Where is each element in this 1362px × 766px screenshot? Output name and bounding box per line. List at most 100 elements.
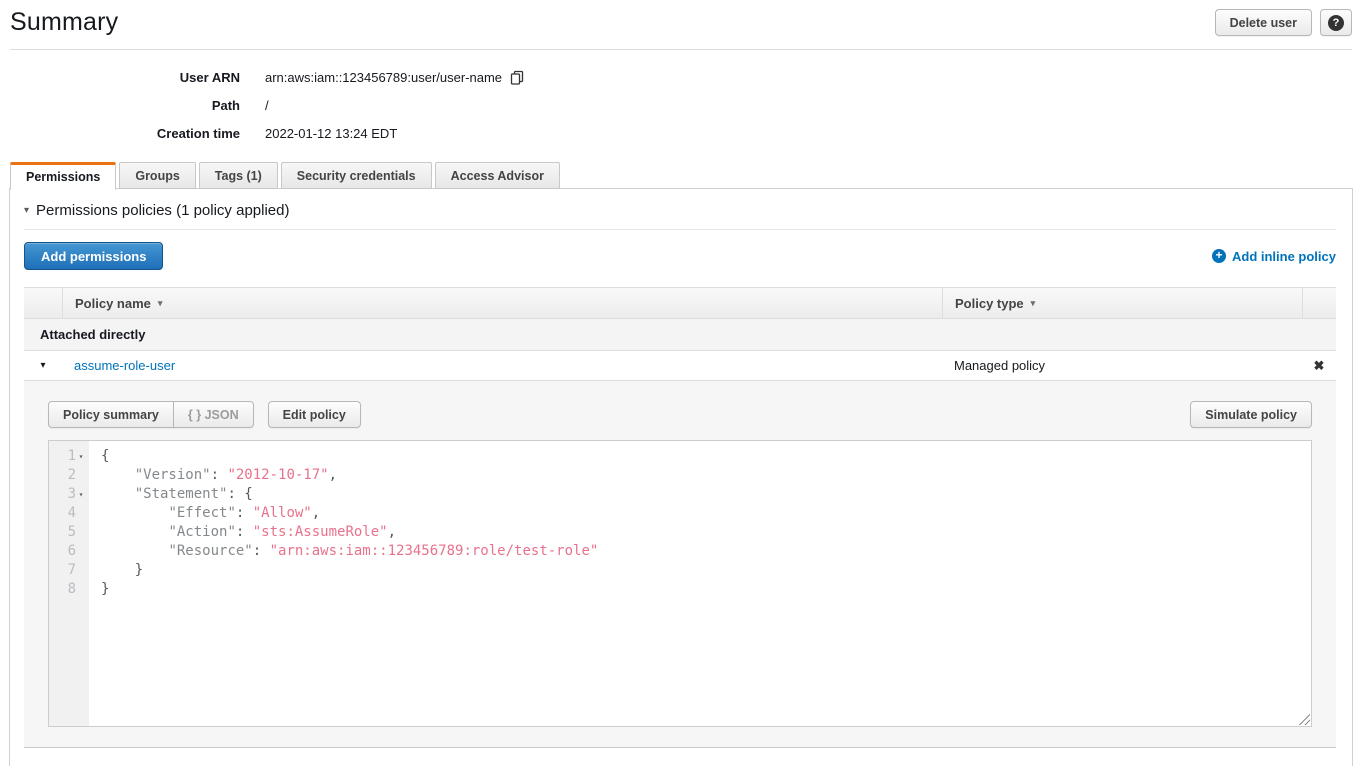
editor-code[interactable]: { "Version": "2012-10-17", "Statement": …: [89, 441, 1311, 726]
gutter-line: 1▾: [49, 447, 89, 466]
column-header-policy-type[interactable]: Policy type▾: [942, 288, 1302, 318]
line-number: 2: [68, 466, 76, 485]
code-line: }: [101, 580, 1311, 599]
info-value: 2022-01-12 13:24 EDT: [265, 126, 397, 141]
policy-name-link[interactable]: assume-role-user: [62, 358, 942, 373]
token-key: "Resource": [168, 543, 252, 559]
line-number: 1: [68, 447, 76, 466]
header-actions-cell: [1302, 288, 1336, 318]
user-info: User ARN arn:aws:iam::123456789:user/user…: [0, 50, 1362, 147]
help-icon: ?: [1328, 15, 1344, 31]
policy-actions-row: Add permissions + Add inline policy: [24, 242, 1336, 270]
policy-summary-button[interactable]: Policy summary: [48, 401, 174, 428]
token-val: "Allow": [253, 505, 312, 521]
tab-security-credentials[interactable]: Security credentials: [281, 162, 432, 189]
code-line: "Effect": "Allow",: [101, 504, 1311, 523]
column-header-policy-name[interactable]: Policy name ▾: [62, 288, 942, 318]
token-key: "Version": [135, 467, 211, 483]
delete-user-button[interactable]: Delete user: [1215, 9, 1312, 36]
gutter-line: 8: [49, 580, 89, 599]
code-line: {: [101, 447, 1311, 466]
line-number: 4: [68, 504, 76, 523]
policy-table: Policy name ▾ Policy type▾ Attached direct…: [24, 287, 1336, 748]
token-plain: [101, 524, 168, 540]
code-line: }: [101, 561, 1311, 580]
fold-caret-icon[interactable]: ▾: [76, 447, 86, 466]
token-plain: : {: [227, 486, 252, 502]
policy-detail-panel: Policy summary{ } JSON Edit policy Simul…: [24, 381, 1336, 748]
add-permissions-button[interactable]: Add permissions: [24, 242, 163, 270]
policy-table-rows: ▾assume-role-userManaged policy✖: [24, 351, 1336, 381]
help-button[interactable]: ?: [1320, 9, 1352, 36]
section-heading: Permissions policies (1 policy applied): [36, 202, 289, 219]
tab-access-advisor[interactable]: Access Advisor: [435, 162, 560, 189]
permissions-policies-section-header[interactable]: ▾ Permissions policies (1 policy applied…: [24, 189, 1336, 219]
tab-groups[interactable]: Groups: [119, 162, 195, 189]
info-value: arn:aws:iam::123456789:user/user-name: [265, 70, 524, 85]
code-line: "Statement": {: [101, 485, 1311, 504]
code-line: "Action": "sts:AssumeRole",: [101, 523, 1311, 542]
gutter-line: 2: [49, 466, 89, 485]
copy-icon[interactable]: [510, 70, 524, 85]
code-line: "Version": "2012-10-17",: [101, 466, 1311, 485]
token-val: "arn:aws:iam::123456789:role/test-role": [270, 543, 599, 559]
line-number: 7: [68, 561, 76, 580]
sort-caret-icon: ▾: [158, 298, 163, 309]
token-key: "Effect": [168, 505, 235, 521]
fold-caret-icon[interactable]: ▾: [76, 485, 86, 504]
gutter-line: 6: [49, 542, 89, 561]
edit-policy-button[interactable]: Edit policy: [268, 401, 361, 428]
token-plain: }: [101, 562, 143, 578]
table-group-row: Attached directly: [24, 319, 1336, 351]
tab-bar: PermissionsGroupsTags (1)Security creden…: [10, 162, 1362, 189]
add-inline-policy-link[interactable]: + Add inline policy: [1212, 249, 1336, 264]
policy-table-header: Policy name ▾ Policy type▾: [24, 287, 1336, 319]
header-expand-cell: [24, 288, 62, 318]
token-plain: ,: [329, 467, 337, 483]
token-plain: ,: [312, 505, 320, 521]
page-header: Summary Delete user ?: [10, 0, 1352, 50]
tab-tags[interactable]: Tags (1): [199, 162, 278, 189]
info-label: Path: [0, 98, 240, 113]
info-label: User ARN: [0, 70, 240, 85]
permissions-tab-panel: ▾ Permissions policies (1 policy applied…: [9, 188, 1353, 766]
token-plain: [101, 467, 135, 483]
token-plain: [101, 543, 168, 559]
gutter-line: 3▾: [49, 485, 89, 504]
simulate-policy-button[interactable]: Simulate policy: [1190, 401, 1312, 428]
section-divider: [24, 229, 1336, 230]
detach-policy-icon[interactable]: ✖: [1302, 358, 1336, 374]
gutter-line: 4: [49, 504, 89, 523]
header-actions: Delete user ?: [1215, 9, 1352, 36]
json-view-button[interactable]: { } JSON: [173, 401, 254, 428]
gutter-line: 5: [49, 523, 89, 542]
info-label: Creation time: [0, 126, 240, 141]
policy-row: ▾assume-role-userManaged policy✖: [24, 351, 1336, 381]
view-toggle-group: Policy summary{ } JSON: [48, 401, 254, 428]
column-label: Policy name: [75, 296, 151, 311]
token-plain: :: [236, 505, 253, 521]
line-number: 6: [68, 542, 76, 561]
token-plain: }: [101, 581, 109, 597]
token-plain: :: [211, 467, 228, 483]
page-title: Summary: [10, 8, 118, 37]
token-key: "Action": [168, 524, 235, 540]
token-plain: ,: [388, 524, 396, 540]
token-key: "Statement": [135, 486, 228, 502]
info-value: /: [265, 98, 269, 113]
line-number: 8: [68, 580, 76, 599]
plus-circle-icon: +: [1212, 249, 1226, 263]
add-inline-policy-label: Add inline policy: [1232, 249, 1336, 264]
tab-permissions[interactable]: Permissions: [10, 162, 116, 190]
policy-json-editor[interactable]: 1▾23▾45678 { "Version": "2012-10-17", "S…: [48, 440, 1312, 727]
iam-user-summary-page: Summary Delete user ? User ARN arn:aws:ia…: [0, 0, 1362, 766]
token-val: "2012-10-17": [227, 467, 328, 483]
user-info-row: Creation time 2022-01-12 13:24 EDT: [0, 119, 1362, 147]
row-expand-caret-icon[interactable]: ▾: [24, 360, 62, 371]
user-info-row: User ARN arn:aws:iam::123456789:user/user…: [0, 63, 1362, 91]
line-number: 5: [68, 523, 76, 542]
token-plain: :: [253, 543, 270, 559]
token-plain: [101, 486, 135, 502]
token-plain: [101, 505, 168, 521]
user-info-row: Path /: [0, 91, 1362, 119]
